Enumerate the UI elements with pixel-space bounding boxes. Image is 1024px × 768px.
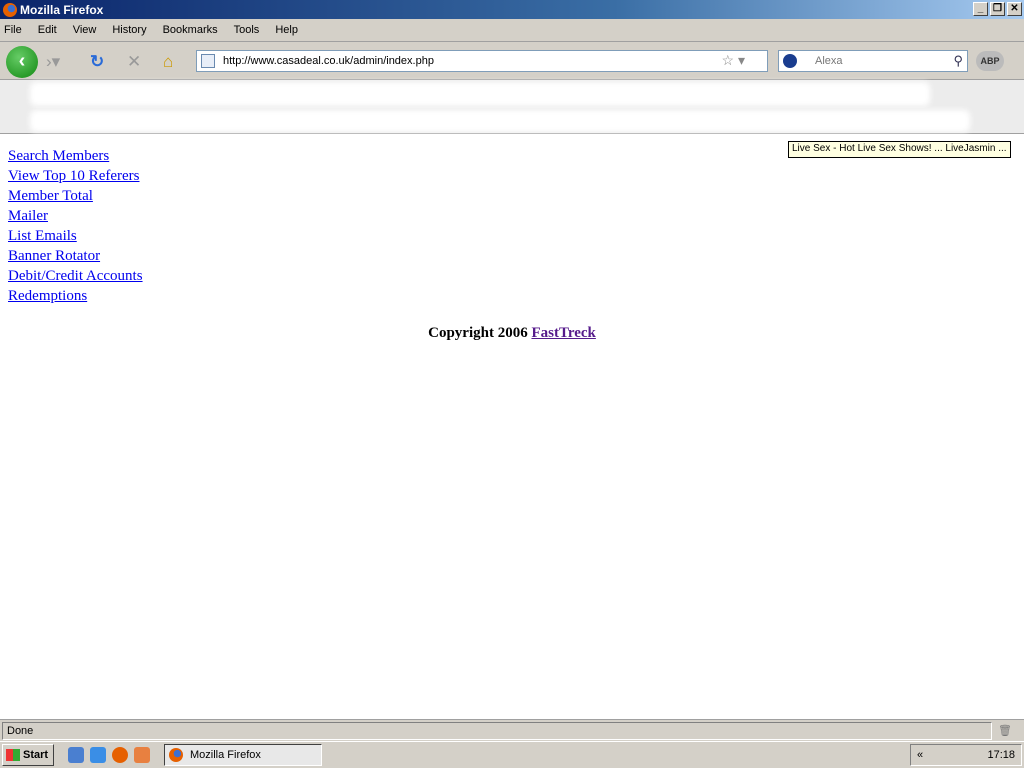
window-title: Mozilla Firefox: [20, 2, 104, 17]
start-button[interactable]: Start: [2, 744, 54, 766]
link-list-emails[interactable]: List Emails: [8, 226, 143, 246]
link-debit-credit-accounts[interactable]: Debit/Credit Accounts: [8, 266, 143, 286]
url-bar[interactable]: http://www.casadeal.co.uk/admin/index.ph…: [196, 50, 768, 72]
quick-launch: [68, 747, 150, 763]
minimize-button[interactable]: _: [973, 2, 988, 16]
url-text: http://www.casadeal.co.uk/admin/index.ph…: [223, 55, 434, 67]
back-button[interactable]: ‹: [6, 46, 38, 78]
taskbar: Start Mozilla Firefox « 17:18: [0, 741, 1024, 768]
menu-bookmarks[interactable]: Bookmarks: [163, 24, 218, 36]
adblock-button[interactable]: ABP: [976, 51, 1004, 71]
tray-expand-button[interactable]: «: [917, 749, 923, 761]
search-engine-icon[interactable]: [783, 54, 797, 68]
menu-tools[interactable]: Tools: [234, 24, 260, 36]
windows-flag-icon: [6, 749, 20, 761]
firefox-quicklaunch-icon[interactable]: [112, 747, 128, 763]
bookmarks-toolbar: [0, 80, 1024, 108]
search-box[interactable]: Alexa ⚲: [778, 50, 968, 72]
forward-button[interactable]: ›▾: [46, 52, 60, 72]
status-text: Done: [2, 721, 992, 740]
admin-menu: Search Members View Top 10 Referers Memb…: [8, 146, 143, 306]
menu-history[interactable]: History: [112, 24, 146, 36]
title-bar: Mozilla Firefox _ ❐ ✕: [0, 0, 1024, 19]
close-button[interactable]: ✕: [1007, 2, 1022, 16]
link-view-top-referers[interactable]: View Top 10 Referers: [8, 166, 143, 186]
tooltip: Live Sex - Hot Live Sex Shows! ... LiveJ…: [788, 141, 1011, 158]
reload-icon[interactable]: ↻: [90, 52, 104, 72]
link-banner-rotator[interactable]: Banner Rotator: [8, 246, 143, 266]
fasttreck-link[interactable]: FastTreck: [531, 325, 595, 341]
firefox-icon: [3, 2, 17, 17]
link-redemptions[interactable]: Redemptions: [8, 286, 143, 306]
menu-edit[interactable]: Edit: [38, 24, 57, 36]
search-icon[interactable]: ⚲: [953, 53, 963, 69]
start-label: Start: [23, 749, 49, 761]
copyright-text: Copyright 2006: [428, 325, 528, 341]
app-icon[interactable]: [134, 747, 150, 763]
navigation-toolbar: ‹ ›▾ ↻ ✕ ⌂ http://www.casadeal.co.uk/adm…: [0, 42, 1024, 80]
restore-button[interactable]: ❐: [990, 2, 1005, 16]
link-member-total[interactable]: Member Total: [8, 186, 143, 206]
copyright: Copyright 2006 FastTreck: [0, 325, 1024, 342]
status-bar: Done 🗑: [0, 719, 1024, 741]
taskbar-firefox[interactable]: Mozilla Firefox: [164, 744, 322, 766]
task-label: Mozilla Firefox: [190, 749, 261, 761]
bookmark-star-icon[interactable]: ☆ ▾: [722, 52, 745, 69]
trash-icon[interactable]: 🗑: [998, 724, 1012, 737]
desktop-icon[interactable]: [68, 747, 84, 763]
firefox-icon: [169, 748, 183, 762]
ie-icon[interactable]: [90, 747, 106, 763]
search-placeholder: Alexa: [815, 55, 843, 67]
home-icon[interactable]: ⌂: [163, 52, 173, 72]
system-tray: « 17:18: [910, 744, 1022, 766]
menu-view[interactable]: View: [73, 24, 97, 36]
link-search-members[interactable]: Search Members: [8, 146, 143, 166]
menu-bar: File Edit View History Bookmarks Tools H…: [0, 19, 1024, 42]
clock: 17:18: [987, 749, 1015, 761]
stop-icon[interactable]: ✕: [127, 52, 141, 72]
link-mailer[interactable]: Mailer: [8, 206, 143, 226]
menu-help[interactable]: Help: [275, 24, 298, 36]
page-icon: [201, 54, 215, 68]
extension-toolbar: [0, 108, 1024, 134]
menu-file[interactable]: File: [4, 24, 22, 36]
